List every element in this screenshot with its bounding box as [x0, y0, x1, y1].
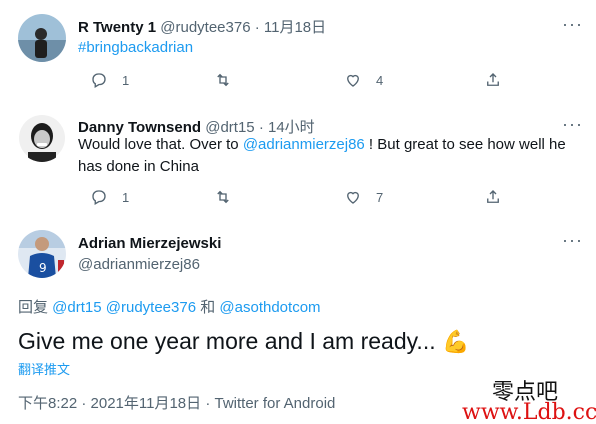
tweet-header: R Twenty 1 @rudytee376 · 11月18日 — [78, 16, 326, 37]
avatar-rtwenty1[interactable] — [18, 14, 66, 62]
translate-tweet-link[interactable]: 翻译推文 — [18, 359, 70, 378]
tweet-danny-townsend[interactable]: Danny Townsend @drt15 · 14小时 ··· Would l… — [0, 100, 596, 220]
reply-count: 1 — [122, 189, 130, 205]
more-icon[interactable]: ··· — [562, 114, 583, 135]
main-tweet-text-content: Give me one year more and I am ready... — [18, 328, 436, 354]
separator: · — [254, 19, 260, 36]
more-icon[interactable]: ··· — [562, 230, 583, 251]
like-button[interactable]: 4 — [344, 71, 383, 89]
reply-prefix: 回复 — [18, 299, 53, 316]
tweet-text-part: Would love that. Over to — [78, 136, 243, 153]
action-bar: 1 4 — [78, 71, 499, 91]
reply-button[interactable]: 1 — [90, 188, 129, 206]
reply-mention-asothdotcom[interactable]: @asothdotcom — [219, 299, 320, 316]
tweet-timestamp[interactable]: 下午8:22 · 2021年11月18日 · Twitter for Andro… — [18, 392, 335, 413]
hashtag-link[interactable]: #bringbackadrian — [78, 39, 193, 56]
reply-icon — [92, 190, 106, 205]
reply-mention-rudytee376[interactable]: @rudytee376 — [106, 299, 196, 316]
main-tweet: 9 Adrian Mierzejewski @adrianmierzej86 ·… — [0, 218, 596, 424]
reply-joiner: 和 — [200, 299, 216, 316]
mention-link[interactable]: @adrianmierzej86 — [243, 136, 365, 153]
like-icon — [347, 191, 359, 204]
avatar-adrian-mierzejewski[interactable]: 9 — [18, 230, 66, 278]
replying-to: 回复 @drt15 @rudytee376 和 @asothdotcom — [18, 296, 321, 317]
like-count: 7 — [376, 189, 384, 205]
more-icon[interactable]: ··· — [562, 14, 583, 35]
share-button[interactable] — [484, 188, 502, 206]
retweet-button[interactable] — [214, 188, 232, 206]
flexed-biceps-emoji: 💪 — [441, 329, 470, 354]
svg-text:9: 9 — [39, 261, 47, 275]
main-tweet-text: Give me one year more and I am ready... … — [18, 328, 469, 355]
author-name[interactable]: Adrian Mierzejewski — [78, 235, 221, 252]
author-handle[interactable]: @rudytee376 — [160, 19, 250, 36]
author-name[interactable]: R Twenty 1 — [78, 19, 156, 36]
author-handle[interactable]: @adrianmierzej86 — [78, 256, 200, 273]
tweet-text: #bringbackadrian — [78, 37, 193, 59]
share-button[interactable] — [484, 71, 502, 89]
action-bar: 1 7 — [78, 188, 499, 208]
retweet-icon — [217, 190, 229, 204]
tweet-time[interactable]: 11月18日 — [264, 19, 326, 36]
tweet-rtwenty1[interactable]: R Twenty 1 @rudytee376 · 11月18日 ··· #bri… — [0, 0, 596, 100]
like-icon — [347, 74, 359, 87]
reply-icon — [92, 73, 106, 88]
share-icon — [487, 190, 499, 203]
retweet-icon — [217, 73, 229, 87]
reply-button[interactable]: 1 — [90, 71, 129, 89]
retweet-button[interactable] — [214, 71, 232, 89]
like-button[interactable]: 7 — [344, 188, 383, 206]
share-icon — [487, 73, 499, 86]
avatar-danny-townsend[interactable] — [18, 114, 66, 162]
like-count: 4 — [376, 72, 384, 88]
watermark-url: www.Ldb.cc — [462, 400, 596, 424]
reply-count: 1 — [122, 72, 130, 88]
reply-mention-drt15[interactable]: @drt15 — [52, 299, 101, 316]
tweet-text: Would love that. Over to @adrianmierzej8… — [78, 134, 578, 178]
